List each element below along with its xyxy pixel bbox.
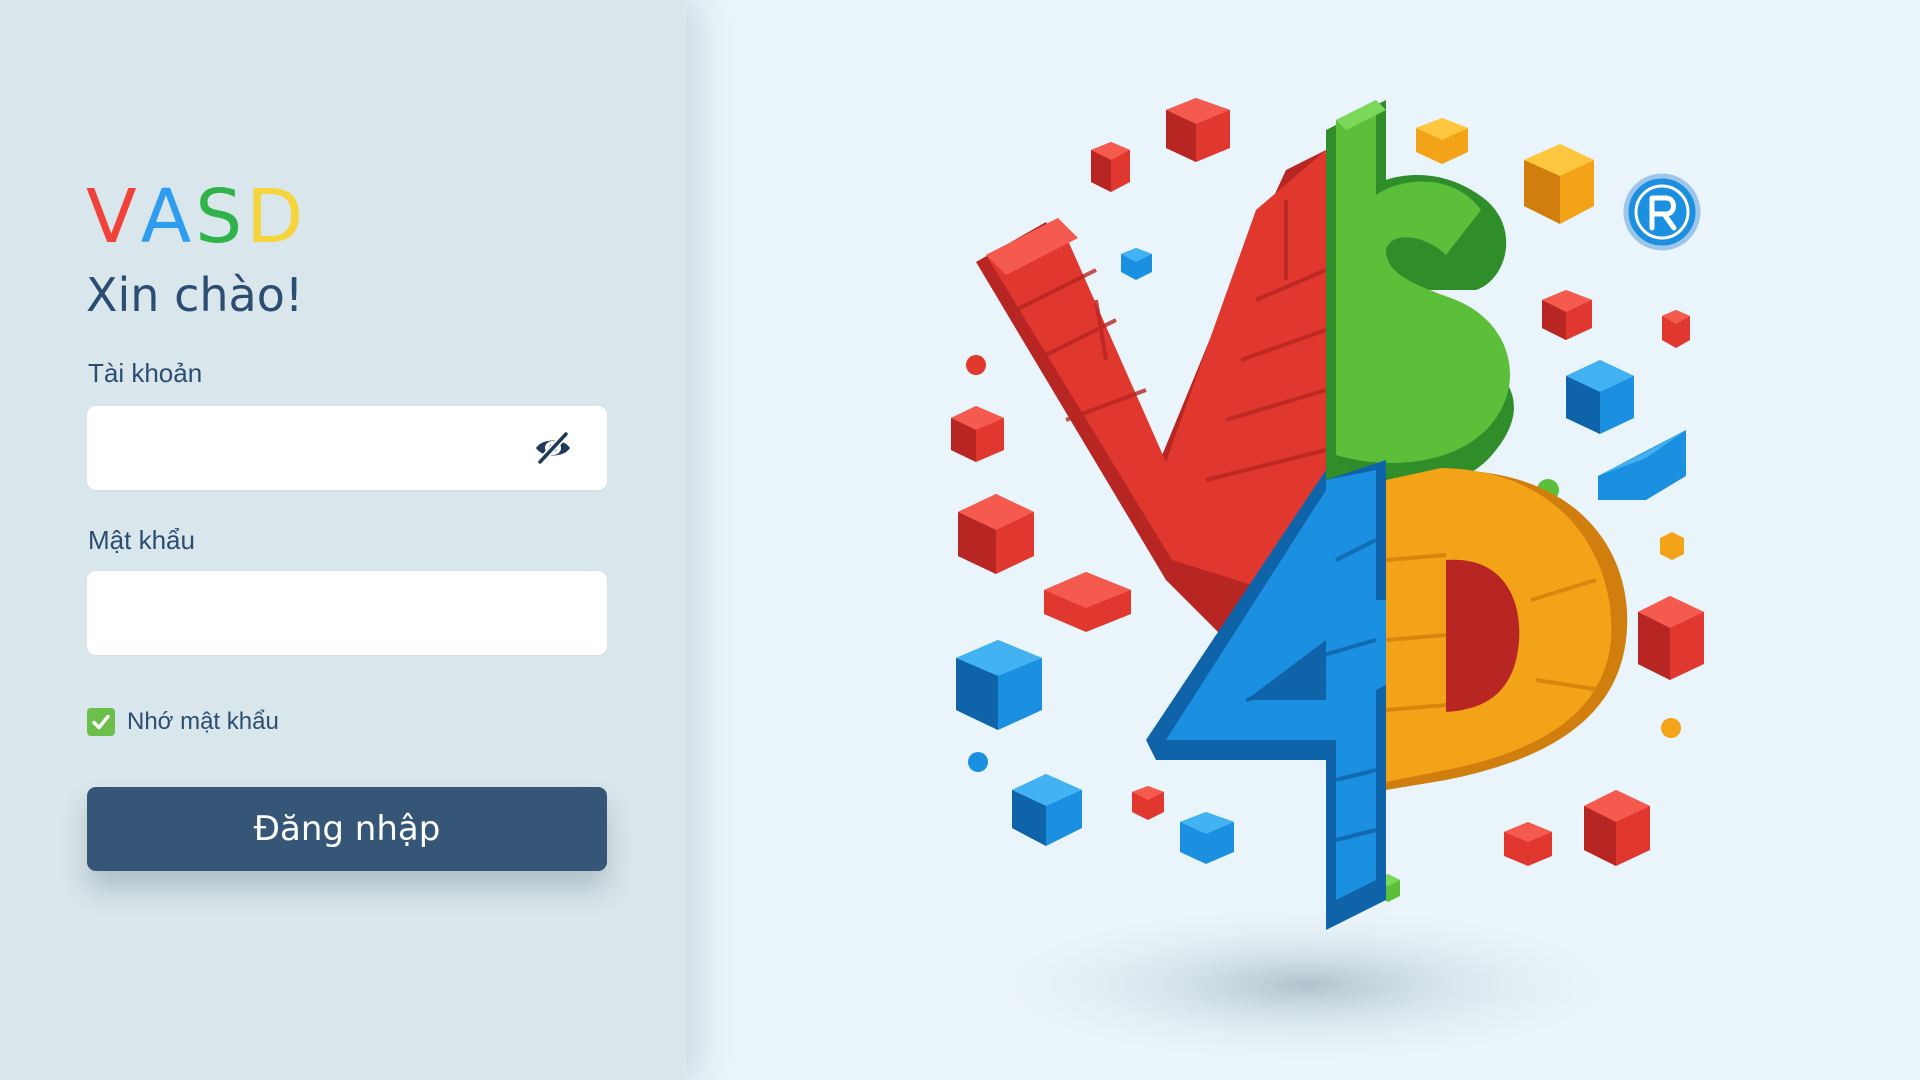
username-field-wrapper — [87, 406, 607, 490]
cube-red-10 — [1504, 822, 1552, 866]
registered-badge-icon — [1623, 173, 1701, 251]
cube-blue-3 — [1180, 812, 1234, 864]
floor-shadow — [976, 903, 1636, 1067]
cube-blue-1 — [956, 640, 1042, 730]
cube-blue-6 — [1121, 248, 1152, 280]
login-page: VASD Xin chào! Tài khoản Mật khẩu Nhớ mậ… — [0, 0, 1920, 1080]
cube-orange-3 — [1660, 532, 1684, 560]
illustration-panel — [686, 0, 1920, 1080]
cube-red-11 — [1132, 786, 1164, 820]
cube-red-7 — [1662, 310, 1690, 348]
password-label: Mật khẩu — [88, 525, 195, 555]
logo-letter-d — [1385, 468, 1628, 790]
greeting-title: Xin chào! — [86, 268, 304, 322]
cube-red-1 — [1166, 98, 1230, 162]
password-input[interactable] — [87, 571, 607, 655]
username-input[interactable] — [87, 406, 607, 490]
login-button[interactable]: Đăng nhập — [87, 787, 607, 871]
cube-red-6 — [1542, 290, 1592, 340]
brand-logo: VASD — [86, 180, 307, 254]
cube-blue-5 — [1598, 430, 1686, 500]
remember-password-toggle[interactable]: Nhớ mật khẩu — [87, 708, 279, 736]
login-panel: VASD Xin chào! Tài khoản Mật khẩu Nhớ mậ… — [0, 0, 686, 1080]
cube-blue-2 — [1012, 774, 1082, 846]
brand-letter-d: D — [246, 174, 308, 260]
cube-red-3 — [951, 406, 1004, 462]
checkmark-icon — [92, 714, 110, 730]
brand-letter-a: A — [140, 174, 196, 260]
cube-red-2 — [1091, 142, 1130, 192]
brand-letter-s: S — [195, 174, 247, 260]
cube-red-4 — [958, 494, 1034, 574]
username-label: Tài khoản — [88, 358, 203, 388]
cube-red-9 — [1584, 790, 1650, 866]
remember-password-label: Nhớ mật khẩu — [127, 708, 279, 735]
cube-orange-1 — [1416, 118, 1468, 164]
brand-letter-v: V — [86, 174, 141, 260]
cube-red-5 — [1044, 572, 1131, 632]
password-field-wrapper — [87, 571, 607, 655]
logo-letter-s — [1326, 100, 1514, 490]
remember-checkbox[interactable] — [87, 708, 115, 736]
cube-blue-4 — [1566, 360, 1634, 434]
vasd-logo-illustration — [951, 98, 1704, 1067]
eye-off-icon[interactable] — [533, 430, 573, 466]
cube-orange-2 — [1524, 144, 1594, 224]
cube-red-8 — [1638, 596, 1704, 680]
